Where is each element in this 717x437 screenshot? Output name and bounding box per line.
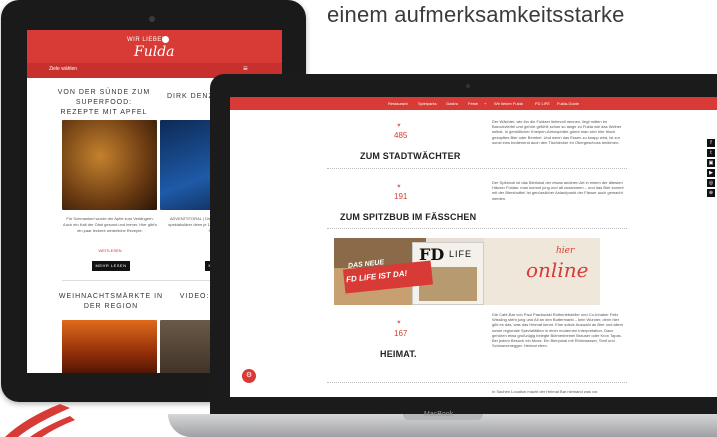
divider: [327, 382, 627, 383]
divider: [327, 228, 627, 229]
nav-item[interactable]: +: [484, 101, 486, 106]
hamburger-icon[interactable]: ≡: [243, 65, 248, 73]
nav-item[interactable]: Wir lieben Fulda: [494, 101, 523, 106]
article-title[interactable]: VON DER SÜNDE ZUM SUPERFOOD: REZEPTE MIT…: [55, 88, 153, 118]
nav-item[interactable]: Restaurant: [388, 101, 408, 106]
laptop-brand: MacBook: [424, 411, 454, 418]
facebook-icon[interactable]: f: [707, 139, 715, 147]
location-name[interactable]: ZUM STADTWÄCHTER: [360, 151, 461, 161]
laptop-screen: Restaurant Spielparks Gastro Feste + Wir…: [230, 97, 717, 397]
location-description: Der Wächter, wie ihn die Fuldaer liebevo…: [492, 119, 622, 145]
location-name[interactable]: ZUM SPITZBUB IM FÄSSCHEN: [340, 212, 476, 222]
nav-item[interactable]: Gastro: [446, 101, 458, 106]
nav-item[interactable]: Feste: [468, 101, 478, 106]
article-image-apple[interactable]: [62, 120, 157, 210]
heart-icon: [162, 36, 169, 43]
like-count: 191: [394, 192, 408, 201]
location-description: Der Spitzbub ist das Bierlokal der etwas…: [492, 180, 624, 201]
read-more-button[interactable]: MEHR LESEN: [92, 261, 130, 271]
like-count: 167: [394, 329, 408, 338]
nav-item[interactable]: Spielparks: [418, 101, 437, 106]
heart-icon[interactable]: ♥: [397, 320, 401, 326]
laptop-nav-bar: Restaurant Spielparks Gastro Feste + Wir…: [230, 97, 717, 110]
share-icon[interactable]: ⊕: [707, 189, 715, 197]
magazine-life: LIFE: [449, 249, 473, 259]
target-select[interactable]: Ziele wählen: [49, 66, 77, 72]
banner-online: online: [526, 258, 589, 282]
laptop-camera: [466, 84, 470, 88]
cookie-icon[interactable]: ⚙: [242, 369, 256, 383]
headline: einem aufmerksamkeitsstarke: [327, 2, 625, 27]
read-more-link[interactable]: WEITLESEN: [62, 248, 158, 253]
heart-icon[interactable]: ♥: [397, 184, 401, 190]
like-count: 485: [394, 131, 408, 140]
location-name[interactable]: HEIMAT.: [380, 349, 417, 359]
twitter-icon[interactable]: t: [707, 149, 715, 157]
nav-item[interactable]: Fulda-Guide: [557, 101, 579, 106]
instagram-icon[interactable]: ▣: [707, 159, 715, 167]
location-description: In Sachen Location macht der Heimat Bar …: [492, 389, 599, 394]
fd-life-banner[interactable]: FD LIFE DAS NEUE FD LIFE IST DA! hier on…: [334, 238, 600, 305]
banner-hier: hier: [556, 246, 575, 256]
laptop-device: Restaurant Spielparks Gastro Feste + Wir…: [210, 74, 717, 417]
logo-text-small: WIR LIEBEN: [127, 37, 167, 43]
article-image-christmas-market[interactable]: [62, 320, 157, 373]
divider: [327, 168, 627, 169]
location-description: Die Café-Bar von Paul Pawlowski Rotherle…: [492, 312, 623, 349]
pinterest-icon[interactable]: ◎: [707, 179, 715, 187]
article-title[interactable]: WEIHNACHTSMÄRKTE IN DER REGION: [55, 292, 167, 312]
nav-item[interactable]: FD LIFE: [535, 101, 550, 106]
decorative-swoosh: [5, 404, 75, 437]
site-logo[interactable]: Fulda: [134, 44, 175, 60]
tablet-camera: [149, 16, 155, 22]
article-teaser: Für Schmankerl wurde der Apfel zum Verlä…: [63, 216, 157, 233]
heart-icon[interactable]: ♥: [397, 123, 401, 129]
youtube-icon[interactable]: ▶: [707, 169, 715, 177]
